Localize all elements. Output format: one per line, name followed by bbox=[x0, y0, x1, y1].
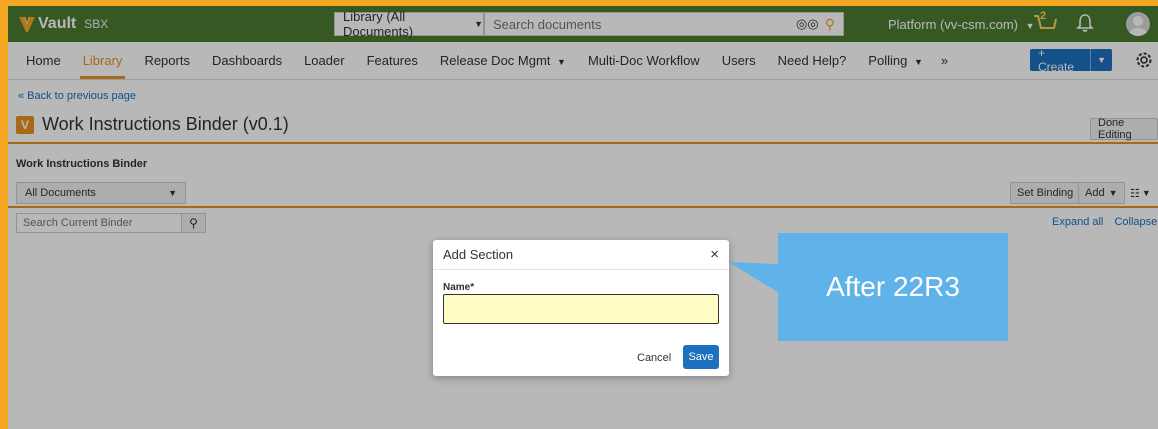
dialog-title: Add Section bbox=[443, 247, 514, 262]
version-callout: After 22R3 bbox=[778, 233, 1008, 341]
name-field[interactable] bbox=[443, 294, 719, 324]
vault-window: Vault SBX Library (All Documents) ▼ ◎◎ ⚲… bbox=[8, 6, 1158, 429]
add-section-dialog: Add Section × Name* Cancel Save bbox=[433, 240, 729, 376]
close-icon[interactable]: × bbox=[710, 246, 719, 263]
name-field-label: Name* bbox=[443, 282, 475, 293]
dialog-header: Add Section × bbox=[433, 240, 729, 270]
cancel-button[interactable]: Cancel bbox=[637, 352, 671, 364]
save-button[interactable]: Save bbox=[683, 345, 719, 369]
